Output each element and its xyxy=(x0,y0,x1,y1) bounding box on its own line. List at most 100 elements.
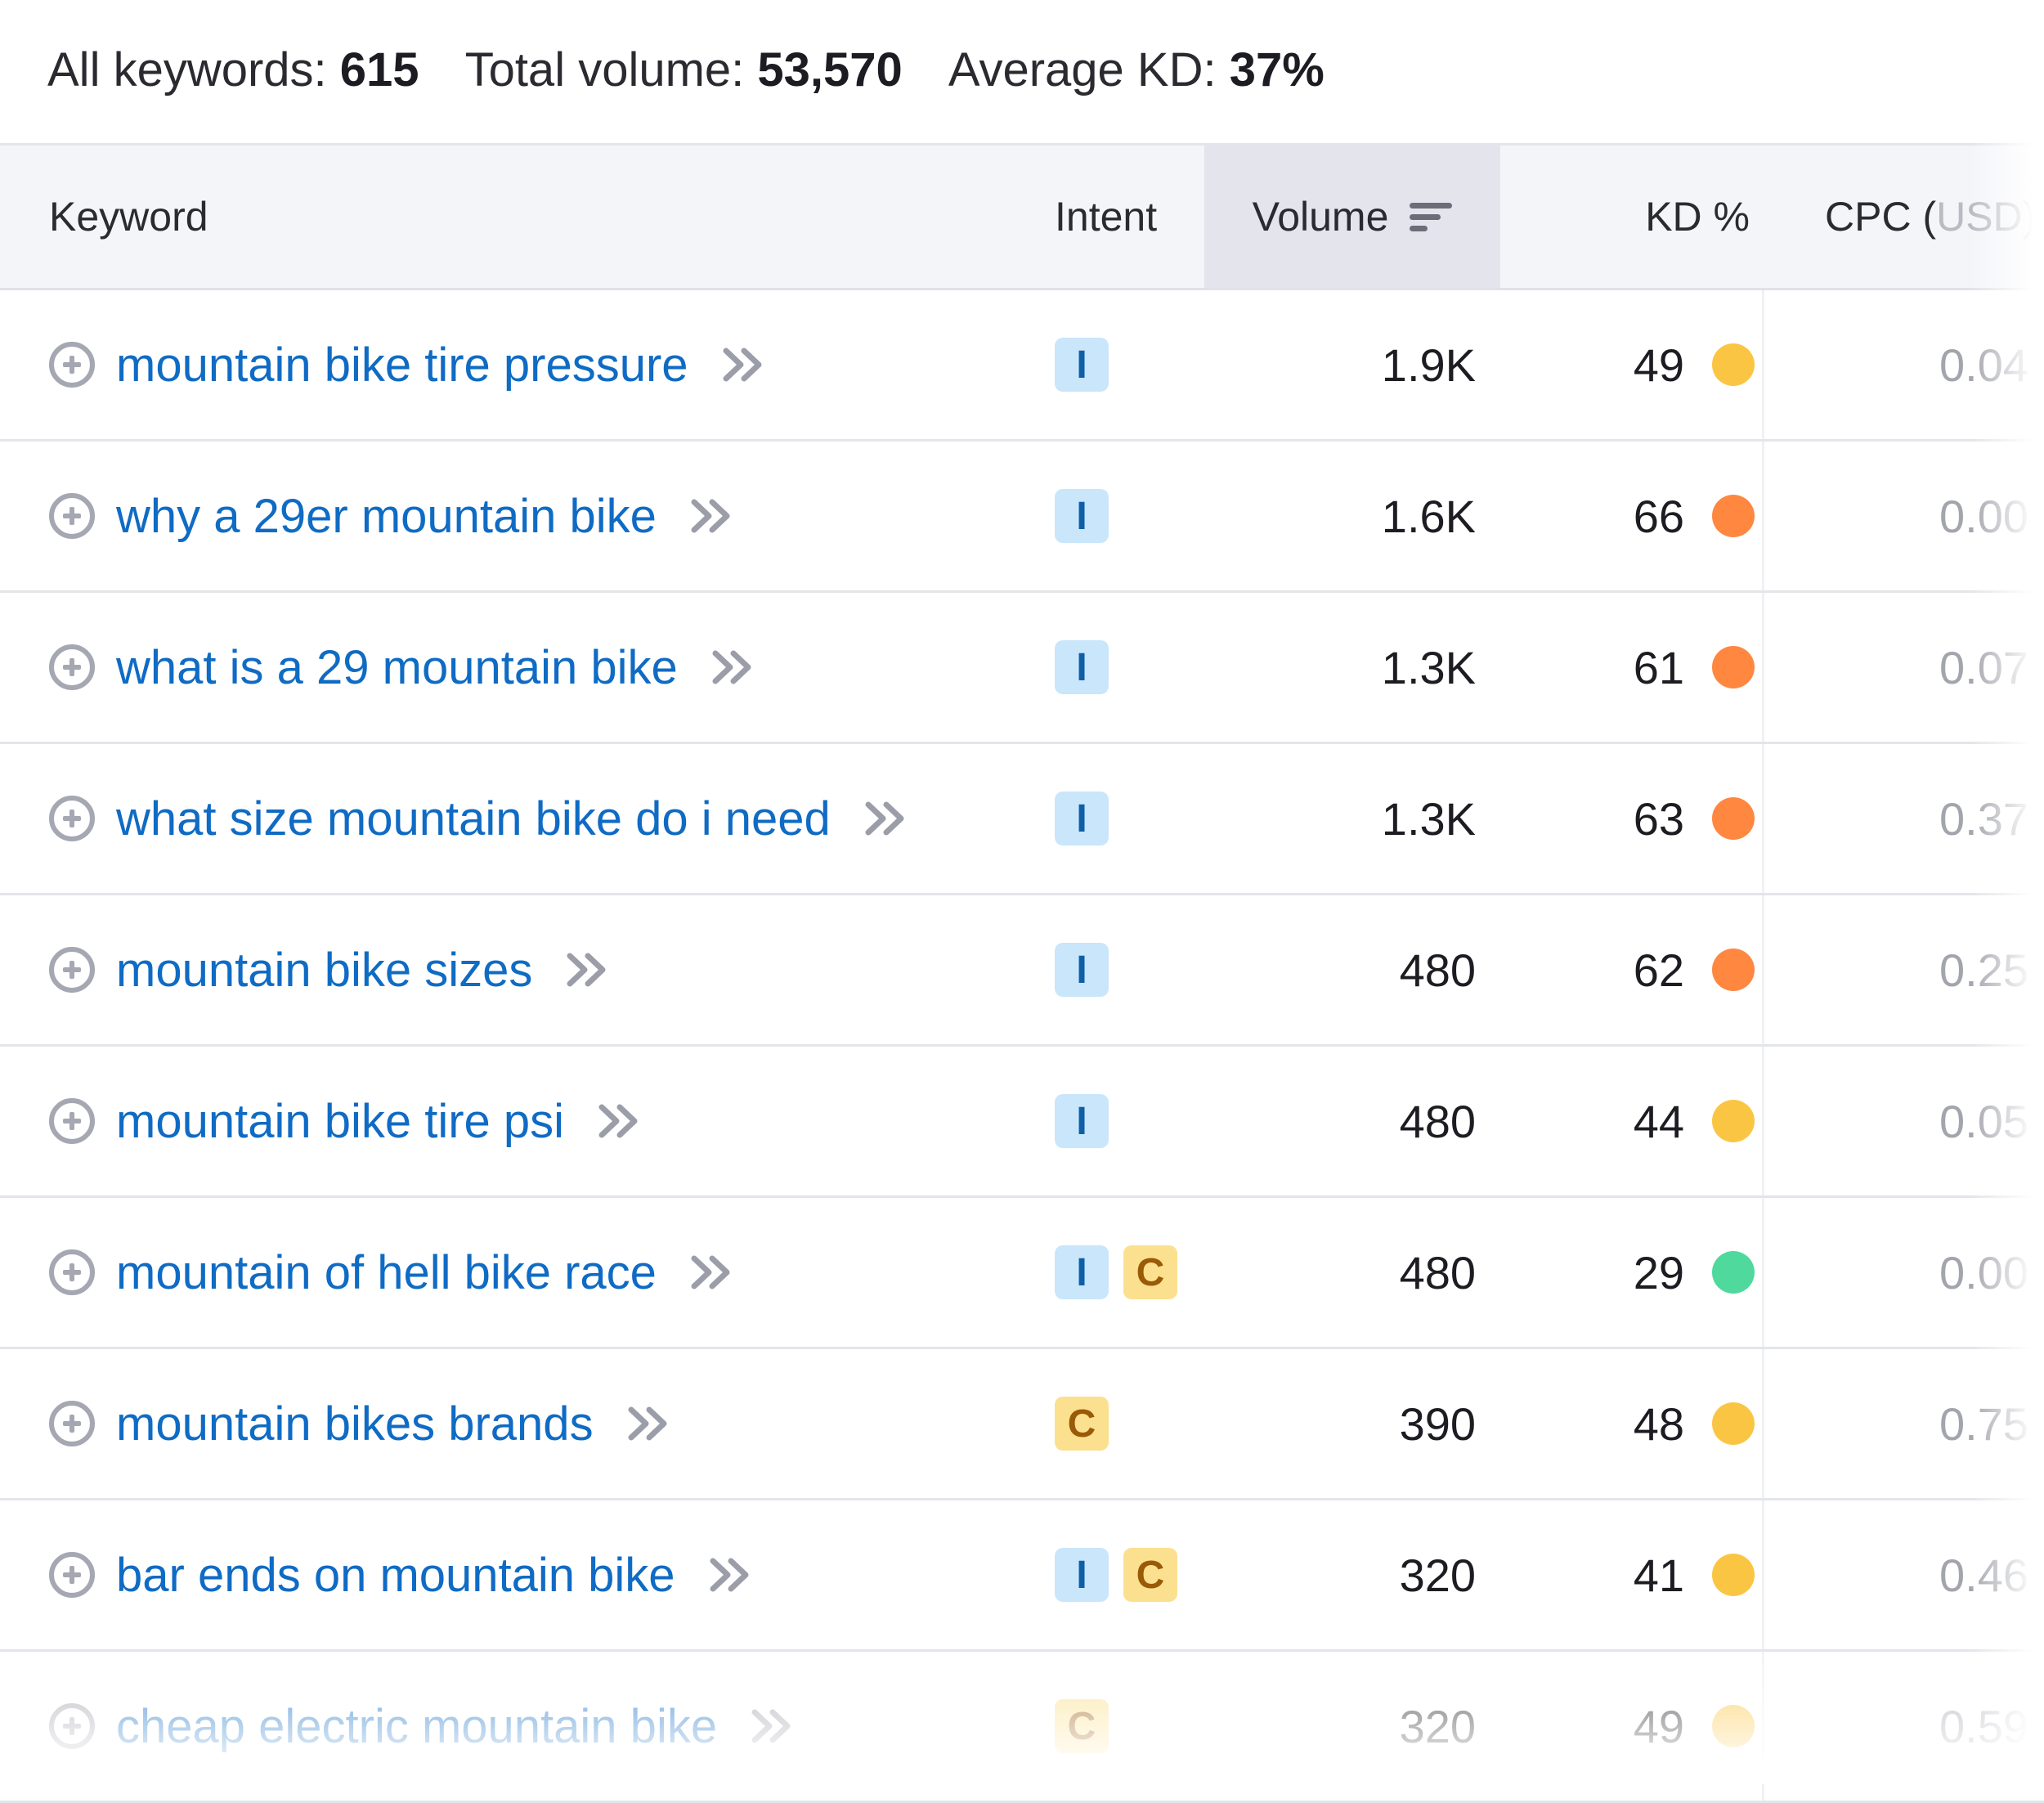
intent-commercial-badge: C xyxy=(1055,1699,1109,1753)
double-chevron-right-icon[interactable] xyxy=(595,1101,644,1141)
kd-cell: 61 xyxy=(1553,593,1755,742)
volume-cell: 1.9K xyxy=(1204,290,1476,439)
double-chevron-right-icon[interactable] xyxy=(688,1252,737,1293)
double-chevron-right-icon[interactable] xyxy=(688,496,737,536)
double-chevron-right-icon[interactable] xyxy=(748,1706,797,1747)
double-chevron-right-icon[interactable] xyxy=(706,1554,755,1595)
kd-difficulty-dot xyxy=(1712,797,1755,840)
cpc-cell: 0.04 xyxy=(1939,290,2028,439)
kd-value: 63 xyxy=(1634,792,1684,845)
all-keywords-stat: All keywords: 615 xyxy=(47,43,419,97)
intent-cell: C xyxy=(1055,1349,1123,1498)
table-row: cheap electric mountain bikeC320490.59 xyxy=(0,1652,2044,1803)
table-row: mountain bike tire pressureI1.9K490.04 xyxy=(0,290,2044,442)
intent-informational-badge: I xyxy=(1055,792,1109,845)
keyword-link[interactable]: bar ends on mountain bike xyxy=(116,1548,675,1603)
kd-difficulty-dot xyxy=(1712,949,1755,991)
intent-informational-badge: I xyxy=(1055,1094,1109,1148)
column-header-intent[interactable]: Intent xyxy=(1055,146,1157,288)
volume-cell: 480 xyxy=(1204,1198,1476,1347)
keyword-link[interactable]: mountain bike tire pressure xyxy=(116,338,688,392)
keyword-link[interactable]: mountain of hell bike race xyxy=(116,1245,657,1300)
cpc-column-divider xyxy=(1762,442,1764,590)
sort-descending-icon[interactable] xyxy=(1410,200,1452,233)
keyword-link[interactable]: why a 29er mountain bike xyxy=(116,489,657,544)
intent-informational-badge: I xyxy=(1055,338,1109,392)
kd-cell: 41 xyxy=(1553,1500,1755,1649)
volume-cell: 1.6K xyxy=(1204,442,1476,590)
add-to-list-plus-icon[interactable] xyxy=(49,796,95,841)
keywords-summary: All keywords: 615 Total volume: 53,570 A… xyxy=(47,33,1370,106)
cpc-cell: 0.75 xyxy=(1939,1349,2028,1498)
double-chevron-right-icon[interactable] xyxy=(625,1403,674,1444)
intent-cell: IC xyxy=(1055,1500,1192,1649)
kd-value: 61 xyxy=(1634,641,1684,694)
keyword-link[interactable]: what size mountain bike do i need xyxy=(116,792,831,846)
double-chevron-right-icon[interactable] xyxy=(719,344,769,385)
cpc-column-divider xyxy=(1762,1047,1764,1195)
cpc-column-divider xyxy=(1762,744,1764,893)
intent-cell: I xyxy=(1055,1047,1123,1195)
add-to-list-plus-icon[interactable] xyxy=(49,493,95,539)
keyword-link[interactable]: mountain bikes brands xyxy=(116,1397,594,1451)
add-to-list-plus-icon[interactable] xyxy=(49,1098,95,1144)
keyword-link[interactable]: mountain bike tire psi xyxy=(116,1094,564,1149)
intent-cell: I xyxy=(1055,593,1123,742)
kd-difficulty-dot xyxy=(1712,1554,1755,1596)
table-row: mountain of hell bike raceIC480290.00 xyxy=(0,1198,2044,1349)
volume-cell: 390 xyxy=(1204,1349,1476,1498)
intent-cell: IC xyxy=(1055,1198,1192,1347)
kd-difficulty-dot xyxy=(1712,495,1755,537)
table-row: bar ends on mountain bikeIC320410.46 xyxy=(0,1500,2044,1652)
cpc-cell: 0.46 xyxy=(1939,1500,2028,1649)
keyword-cell: bar ends on mountain bike xyxy=(49,1500,755,1649)
add-to-list-plus-icon[interactable] xyxy=(49,342,95,388)
intent-commercial-badge: C xyxy=(1123,1548,1177,1602)
column-header-keyword[interactable]: Keyword xyxy=(49,146,208,288)
cpc-column-divider xyxy=(1762,1349,1764,1498)
table-row: what is a 29 mountain bikeI1.3K610.07 xyxy=(0,593,2044,744)
keyword-cell: why a 29er mountain bike xyxy=(49,442,737,590)
cpc-cell: 0.59 xyxy=(1939,1652,2028,1801)
kd-value: 41 xyxy=(1634,1549,1684,1602)
kd-cell: 66 xyxy=(1553,442,1755,590)
cpc-cell: 0.37 xyxy=(1939,744,2028,893)
kd-cell: 48 xyxy=(1553,1349,1755,1498)
volume-cell: 480 xyxy=(1204,1047,1476,1195)
keyword-cell: mountain bike tire psi xyxy=(49,1047,644,1195)
keyword-link[interactable]: mountain bike sizes xyxy=(116,943,532,998)
keyword-cell: mountain bike tire pressure xyxy=(49,290,769,439)
kd-cell: 29 xyxy=(1553,1198,1755,1347)
keywords-table: Keyword Intent Volume KD % CPC (USD) mou… xyxy=(0,143,2044,1803)
intent-informational-badge: I xyxy=(1055,943,1109,997)
table-row: mountain bikes brands C 390 48 0.75 xyxy=(0,1349,2044,1500)
add-to-list-plus-icon[interactable] xyxy=(49,1401,95,1446)
intent-cell: C xyxy=(1055,1652,1123,1801)
intent-cell: I xyxy=(1055,290,1123,439)
intent-cell: I xyxy=(1055,895,1123,1044)
double-chevron-right-icon[interactable] xyxy=(563,949,612,990)
keyword-link[interactable]: cheap electric mountain bike xyxy=(116,1699,717,1754)
add-to-list-plus-icon[interactable] xyxy=(49,644,95,690)
cpc-column-divider xyxy=(1762,593,1764,742)
volume-cell: 1.3K xyxy=(1204,744,1476,893)
table-body: mountain bike tire pressure I 1.9K 49 0.04 wh… xyxy=(0,290,2044,1803)
column-header-cpc[interactable]: CPC (USD) xyxy=(1825,146,2036,288)
add-to-list-plus-icon[interactable] xyxy=(49,1249,95,1295)
kd-cell: 49 xyxy=(1553,1652,1755,1801)
column-header-kd[interactable]: KD % xyxy=(1602,146,1750,288)
add-to-list-plus-icon[interactable] xyxy=(49,947,95,993)
column-header-volume[interactable]: Volume xyxy=(1204,146,1500,288)
kd-value: 44 xyxy=(1634,1095,1684,1148)
intent-commercial-badge: C xyxy=(1055,1397,1109,1451)
keyword-cell: mountain bike sizes xyxy=(49,895,612,1044)
double-chevron-right-icon[interactable] xyxy=(862,798,911,839)
intent-cell: I xyxy=(1055,442,1123,590)
keyword-link[interactable]: what is a 29 mountain bike xyxy=(116,640,678,695)
add-to-list-plus-icon[interactable] xyxy=(49,1552,95,1598)
kd-difficulty-dot xyxy=(1712,343,1755,386)
average-kd-stat: Average KD: 37% xyxy=(948,43,1325,97)
add-to-list-plus-icon[interactable] xyxy=(49,1703,95,1749)
double-chevron-right-icon[interactable] xyxy=(709,647,758,688)
intent-informational-badge: I xyxy=(1055,1548,1109,1602)
